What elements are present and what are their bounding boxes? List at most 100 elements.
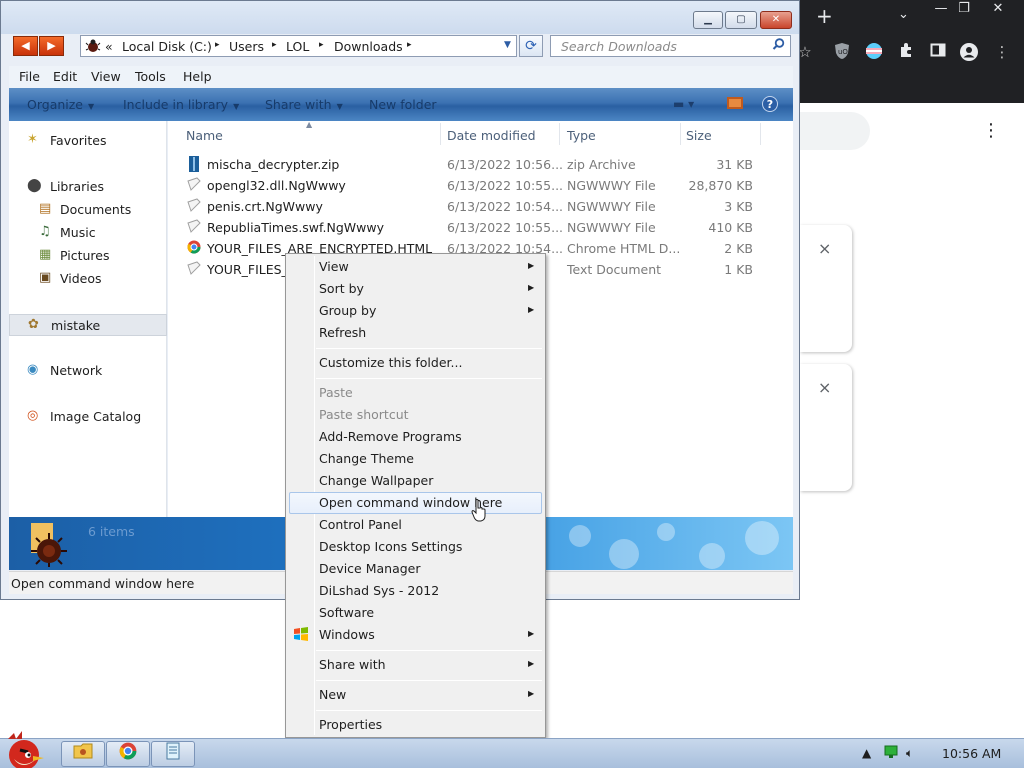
menu-item-open-command-window[interactable]: Open command window here — [289, 492, 542, 514]
taskbar-explorer-icon[interactable] — [61, 741, 105, 767]
trans-flag-icon[interactable] — [864, 42, 884, 62]
breadcrumb-local-disk[interactable]: Local Disk (C:) — [122, 39, 212, 54]
menu-tools[interactable]: Tools — [135, 69, 166, 84]
menu-item-label: Properties — [319, 717, 383, 732]
nav-documents[interactable]: ▤ Documents — [9, 199, 167, 221]
help-icon[interactable]: ? — [762, 96, 778, 112]
menu-item-view[interactable]: View ▶ — [289, 256, 542, 278]
file-row[interactable]: mischa_decrypter.zip 6/13/2022 10:56... … — [168, 154, 793, 175]
search-icon[interactable] — [772, 38, 785, 55]
column-name-header[interactable]: Name — [186, 128, 223, 143]
new-folder-button[interactable]: New folder — [369, 97, 437, 112]
chrome-restore-icon[interactable]: ❐ — [947, 0, 981, 18]
menu-item-dilshad-sys[interactable]: DiLshad Sys - 2012 — [289, 580, 542, 602]
nav-network[interactable]: ◉ Network — [9, 360, 167, 382]
address-history-chevron-down-icon[interactable]: ▼ — [504, 40, 511, 50]
nav-user-folder[interactable]: ✿ mistake — [9, 314, 167, 336]
file-date: 6/13/2022 10:55... — [447, 220, 564, 235]
column-divider[interactable] — [559, 123, 560, 145]
menu-item-add-remove-programs[interactable]: Add-Remove Programs — [289, 426, 542, 448]
card-close-icon[interactable]: × — [818, 378, 831, 397]
chrome-search-field[interactable] — [800, 112, 870, 150]
menu-item-properties[interactable]: Properties — [289, 714, 542, 736]
file-row[interactable]: penis.crt.NgWwwy 6/13/2022 10:54... NGWW… — [168, 196, 793, 217]
column-type-header[interactable]: Type — [567, 128, 596, 143]
submenu-arrow-icon: ▶ — [528, 659, 535, 668]
start-button-angry-bird-icon[interactable] — [0, 729, 52, 768]
back-button[interactable]: ◀ — [13, 36, 38, 56]
share-with-button[interactable]: Share with ▼ — [265, 97, 343, 112]
menu-help[interactable]: Help — [183, 69, 212, 84]
menu-item-group-by[interactable]: Group by ▶ — [289, 300, 542, 322]
breadcrumb-separator[interactable]: ▸ — [272, 40, 277, 50]
puzzle-icon[interactable] — [896, 42, 916, 62]
menu-item-windows[interactable]: Windows ▶ — [289, 624, 542, 646]
organize-button[interactable]: Organize ▼ — [27, 97, 94, 112]
address-bar[interactable]: « Local Disk (C:) ▸ Users ▸ LOL ▸ Downlo… — [80, 35, 517, 57]
nav-pictures[interactable]: ▦ Pictures — [9, 245, 167, 267]
menu-item-device-manager[interactable]: Device Manager — [289, 558, 542, 580]
menu-item-share-with[interactable]: Share with ▶ — [289, 654, 542, 676]
menu-item-new[interactable]: New ▶ — [289, 684, 542, 706]
column-divider[interactable] — [680, 123, 681, 145]
menu-item-sort-by[interactable]: Sort by ▶ — [289, 278, 542, 300]
breadcrumb-separator[interactable]: ▸ — [319, 40, 324, 50]
include-in-library-button[interactable]: Include in library ▼ — [123, 97, 239, 112]
breadcrumb-users[interactable]: Users — [229, 39, 264, 54]
search-input[interactable]: Search Downloads — [550, 35, 791, 57]
tab-search-chevron-down-icon[interactable]: ⌄ — [898, 7, 909, 22]
menu-view[interactable]: View — [91, 69, 121, 84]
breadcrumb-separator[interactable]: ▸ — [215, 40, 220, 50]
column-size-header[interactable]: Size — [686, 128, 712, 143]
taskbar-notepad-icon[interactable] — [151, 741, 195, 767]
tray-show-hidden-icon[interactable]: ▲ — [862, 746, 871, 760]
column-date-header[interactable]: Date modified — [447, 128, 536, 143]
card-close-icon[interactable]: × — [818, 239, 831, 258]
chrome-close-icon[interactable]: ✕ — [981, 0, 1015, 18]
tray-speaker-icon[interactable]: 🔈︎ — [906, 746, 913, 761]
nav-videos[interactable]: ▣ Videos — [9, 268, 167, 290]
nav-image-catalog[interactable]: ◎ Image Catalog — [9, 406, 167, 428]
taskbar-chrome-icon[interactable] — [106, 741, 150, 767]
menu-edit[interactable]: Edit — [53, 69, 77, 84]
chrome-icon — [187, 240, 201, 256]
change-view-icon[interactable]: ▬ ▾ — [673, 97, 694, 111]
minimize-button[interactable]: ▁ — [693, 11, 723, 29]
new-tab-button[interactable]: + — [816, 5, 833, 27]
tray-network-icon[interactable] — [884, 745, 898, 762]
breadcrumb-lead[interactable]: « — [105, 39, 113, 54]
column-divider[interactable] — [440, 123, 441, 145]
taskbar-clock[interactable]: 10:56 AM — [942, 746, 1001, 761]
menu-item-refresh[interactable]: Refresh — [289, 322, 542, 344]
refresh-icon[interactable]: ⟳ — [519, 35, 543, 57]
explorer-titlebar[interactable]: ▁ ▢ ✕ — [1, 1, 799, 34]
preview-pane-icon[interactable] — [727, 97, 743, 112]
maximize-button[interactable]: ▢ — [725, 11, 757, 29]
column-divider[interactable] — [760, 123, 761, 145]
image-catalog-icon: ◎ — [27, 408, 39, 423]
command-bar: Organize ▼ Include in library ▼ Share with… — [9, 88, 793, 121]
menu-item-software[interactable]: Software — [289, 602, 542, 624]
nav-music[interactable]: ♫ Music — [9, 222, 167, 244]
close-button[interactable]: ✕ — [760, 11, 792, 29]
page-kebab-icon[interactable]: ⋮ — [982, 120, 1000, 141]
chrome-menu-kebab-icon[interactable]: ⋮ — [992, 42, 1012, 62]
breadcrumb-downloads[interactable]: Downloads — [334, 39, 403, 54]
menu-file[interactable]: File — [19, 69, 40, 84]
menu-item-customize-folder[interactable]: Customize this folder... — [289, 352, 542, 374]
nav-libraries[interactable]: ⬤ Libraries — [9, 176, 167, 198]
file-row[interactable]: opengl32.dll.NgWwwy 6/13/2022 10:55... N… — [168, 175, 793, 196]
file-row[interactable]: RepubliaTimes.swf.NgWwwy 6/13/2022 10:55… — [168, 217, 793, 238]
user-folder-icon: ✿ — [28, 317, 39, 332]
menu-item-control-panel[interactable]: Control Panel — [289, 514, 542, 536]
forward-button[interactable]: ▶ — [39, 36, 64, 56]
menu-item-change-wallpaper[interactable]: Change Wallpaper — [289, 470, 542, 492]
menu-item-change-theme[interactable]: Change Theme — [289, 448, 542, 470]
sidepanel-icon[interactable] — [928, 42, 948, 62]
profile-icon[interactable] — [959, 42, 979, 62]
breadcrumb-separator[interactable]: ▸ — [407, 40, 412, 50]
ublock-icon[interactable]: uO — [832, 42, 852, 62]
nav-favorites[interactable]: ✶ Favorites — [9, 130, 167, 152]
breadcrumb-lol[interactable]: LOL — [286, 39, 309, 54]
menu-item-desktop-icons-settings[interactable]: Desktop Icons Settings — [289, 536, 542, 558]
